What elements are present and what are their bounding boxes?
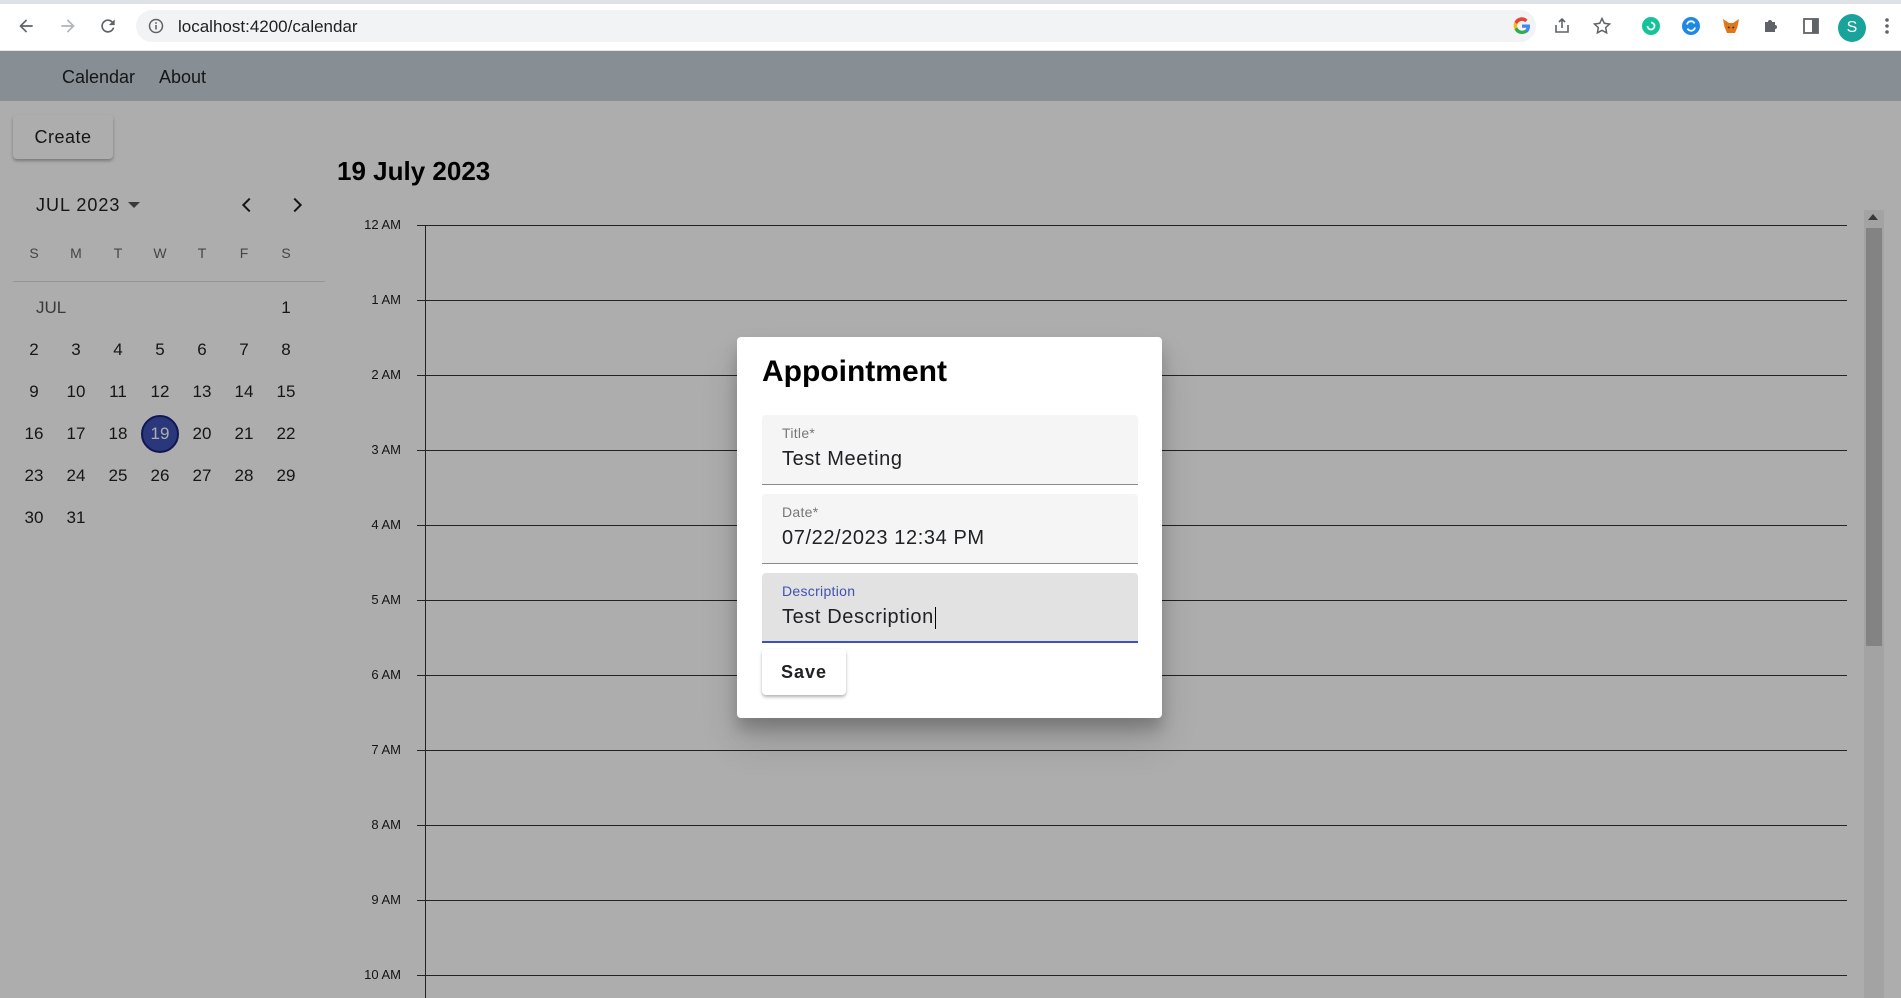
share-icon[interactable]: [1551, 15, 1573, 37]
side-panel-icon[interactable]: [1800, 15, 1822, 37]
url-text: localhost:4200/calendar: [178, 17, 358, 36]
title-field[interactable]: Title* Test Meeting: [762, 415, 1138, 485]
description-field[interactable]: Description Test Description: [762, 573, 1138, 643]
save-button[interactable]: Save: [762, 649, 846, 695]
reload-button[interactable]: [94, 12, 122, 40]
appointment-dialog: Appointment Title* Test Meeting Date* 07…: [737, 337, 1162, 718]
description-input[interactable]: Test Description: [782, 606, 936, 629]
date-field[interactable]: Date* 07/22/2023 12:34 PM: [762, 494, 1138, 564]
title-input[interactable]: Test Meeting: [782, 448, 903, 471]
grammarly-extension-icon[interactable]: [1640, 15, 1662, 37]
dialog-title: Appointment: [762, 355, 947, 388]
metamask-fox-icon[interactable]: [1720, 15, 1742, 37]
forward-arrow-icon: [61, 19, 75, 33]
description-value: Test Description: [782, 606, 934, 628]
text-cursor: [934, 606, 936, 629]
site-info-icon[interactable]: [148, 18, 164, 34]
address-bar[interactable]: localhost:4200/calendar: [136, 10, 1536, 42]
browser-toolbar: localhost:4200/calendar S: [0, 0, 1901, 51]
kebab-menu-icon[interactable]: [1880, 15, 1894, 37]
reload-icon: [101, 19, 115, 33]
date-input[interactable]: 07/22/2023 12:34 PM: [782, 527, 985, 550]
date-field-label: Date*: [782, 504, 819, 520]
tab-strip: [0, 0, 1901, 4]
back-button[interactable]: [12, 12, 40, 40]
description-field-label: Description: [782, 583, 856, 599]
sync-extension-icon[interactable]: [1680, 15, 1702, 37]
profile-avatar[interactable]: S: [1838, 14, 1866, 42]
extensions-puzzle-icon[interactable]: [1760, 15, 1782, 37]
google-icon[interactable]: [1511, 15, 1533, 37]
back-arrow-icon: [19, 19, 33, 33]
bookmark-star-icon[interactable]: [1591, 15, 1613, 37]
forward-button[interactable]: [54, 12, 82, 40]
title-field-label: Title*: [782, 425, 816, 441]
